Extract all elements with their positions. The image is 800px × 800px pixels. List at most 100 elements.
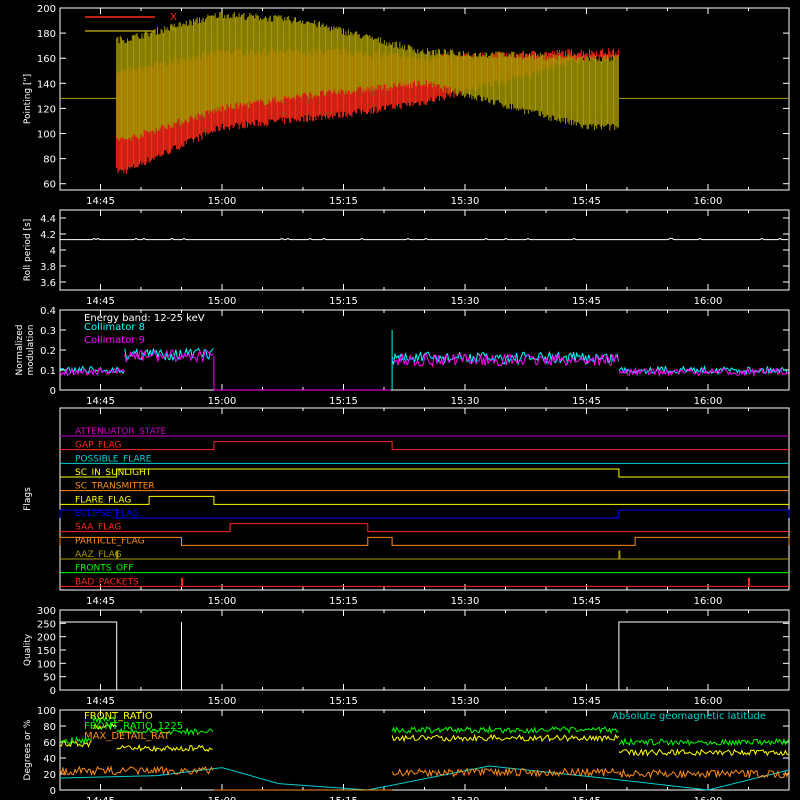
flag-label-attenuator-state: ATTENUATOR_STATE	[75, 427, 167, 437]
quality-xtick-label-1: 15:00	[208, 696, 237, 707]
quality-xtick-label-5: 16:00	[694, 696, 723, 707]
chart-figure: 14:45 15:00 15:15 15:30 15:45 16:00 60 80 100 120…	[0, 0, 800, 800]
ratios-xtick-label-2: 15:15	[329, 796, 358, 800]
ratios-ytick-label-4: 80	[43, 722, 56, 733]
ratios-series-0-seg-2	[116, 743, 158, 753]
ratios-xtick-label-3: 15:30	[451, 796, 480, 800]
pointing-xtick-label-3: 15:30	[451, 196, 480, 207]
roll-period-xtick-label-4: 15:45	[572, 296, 601, 307]
modulation-ylabel-line2: modulation	[26, 325, 36, 376]
ratios-ytick-label-2: 40	[43, 754, 56, 765]
modulation-xtick-label-2: 15:15	[329, 396, 358, 407]
flag-label-eclipse-flag: ECLIPSE_FLAG	[75, 509, 139, 519]
flag-trace-gap-flag	[60, 441, 789, 451]
quality-ytick-label-1: 50	[43, 673, 56, 684]
quality-xtick-label-2: 15:15	[329, 696, 358, 707]
modulation-xtick-label-5: 16:00	[694, 396, 723, 407]
ratios-ytick-label-1: 20	[43, 770, 56, 781]
pointing-ytick-label-4: 140	[37, 79, 56, 90]
ratios-series-1-seg-4	[618, 737, 789, 747]
modulation-ytick-label-4: 0.4	[40, 306, 56, 317]
quality-xtick-label-3: 15:30	[451, 696, 480, 707]
modulation-xtick-label-4: 15:45	[572, 396, 601, 407]
pointing-ytick-label-5: 160	[37, 54, 56, 65]
flags-ylabel: Flags	[23, 487, 33, 511]
roll-period-ytick-label-1: 3.8	[40, 262, 56, 273]
chart-svg: 14:45 15:00 15:15 15:30 15:45 16:00 60 80 100 120…	[15, 4, 790, 800]
ratios-xtick-label-4: 15:45	[572, 796, 601, 800]
flag-label-possible-flare: POSSIBLE_FLARE	[75, 454, 152, 464]
flag-trace-eclipse-flag	[59, 509, 790, 519]
roll-period-series	[60, 237, 788, 241]
modulation-xtick-label-0: 14:45	[86, 396, 115, 407]
ratios-series-1-seg-3	[391, 725, 619, 735]
quality-ytick-label-4: 200	[37, 633, 56, 644]
pointing-ylabel: Pointing ["]	[23, 74, 33, 124]
ratios-ytick-label-3: 60	[43, 738, 56, 749]
legend-label-y: Y	[169, 26, 177, 37]
pointing-ytick-label-2: 100	[37, 130, 56, 141]
flag-trace-flare-flag	[60, 495, 789, 505]
modulation-legend-1: Collimator 9	[84, 335, 145, 346]
quality-ytick-label-5: 250	[37, 619, 56, 630]
flag-label-flare-flag: FLARE_FLAG	[75, 495, 131, 505]
pointing-ytick-label-3: 120	[37, 104, 56, 115]
legend-label-x: X	[170, 12, 177, 23]
flag-trace-aaz-flag	[60, 550, 789, 560]
pointing-xtick-label-0: 14:45	[86, 196, 115, 207]
flags-xtick-label-5: 16:00	[694, 596, 723, 607]
pointing-xtick-label-1: 15:00	[208, 196, 237, 207]
ratios-ytick-label-0: 0	[50, 786, 56, 797]
flag-label-sc-transmitter: SC_TRANSMITTER	[75, 482, 155, 492]
flag-label-sc-in-sunlight: SC_IN_SUNLIGHT	[75, 468, 152, 478]
quality-xtick-label-0: 14:45	[86, 696, 115, 707]
roll-period-ytick-label-4: 4.4	[40, 214, 56, 225]
flag-label-saa-flag: SAA_FLAG	[75, 523, 121, 533]
ratios-ylabel: Degrees or %	[23, 719, 33, 780]
modulation-xtick-label-3: 15:30	[451, 396, 480, 407]
roll-period-frame	[59, 209, 790, 291]
ratios-latitude-label: Absolute geomagnetic latitude	[612, 711, 766, 722]
quality-xtick-label-4: 15:45	[572, 696, 601, 707]
ratios-series-0-seg-5	[618, 748, 789, 757]
quality-ytick-label-3: 150	[37, 646, 56, 657]
roll-period-xtick-label-1: 15:00	[208, 296, 237, 307]
modulation-ytick-label-1: 0.1	[40, 366, 56, 377]
pointing-xtick-label-2: 15:15	[329, 196, 358, 207]
modulation-ylabel-line1: Normalized	[15, 324, 25, 375]
quality-ylabel: Quality	[23, 633, 33, 666]
modulation-energy-band: Energy band: 12-25 keV	[84, 313, 205, 324]
modulation-ytick-label-0: 0	[50, 386, 56, 397]
roll-period-xtick-label-5: 16:00	[694, 296, 723, 307]
flags-frame	[59, 407, 790, 591]
flag-label-bad-packets: BAD_PACKETS	[75, 577, 139, 587]
modulation-ytick-label-3: 0.3	[40, 326, 56, 337]
pointing-ytick-label-7: 200	[37, 4, 56, 15]
quality-series	[60, 621, 789, 691]
roll-period-xtick-label-0: 14:45	[86, 296, 115, 307]
ratios-series-0-seg-3	[157, 744, 213, 752]
roll-period-ytick-label-0: 3.6	[40, 278, 56, 289]
roll-period-ytick-label-3: 4.2	[40, 230, 56, 241]
flag-trace-saa-flag	[60, 523, 789, 533]
flags-xtick-label-4: 15:45	[572, 596, 601, 607]
roll-period-xtick-label-2: 15:15	[329, 296, 358, 307]
flags-xtick-label-0: 14:45	[86, 596, 115, 607]
modulation-ytick-label-2: 0.2	[40, 346, 56, 357]
roll-period-ytick-label-2: 4	[50, 246, 56, 257]
ratios-xtick-label-1: 15:00	[208, 796, 237, 800]
ratios-legend-2: MAX_DETAIL_RAT	[84, 731, 171, 742]
roll-period-ylabel: Roll period [s]	[23, 219, 33, 281]
ratios-ytick-label-5: 100	[37, 706, 56, 717]
ratios-series-2-seg-0	[59, 764, 214, 777]
pointing-ytick-label-6: 180	[37, 29, 56, 40]
flag-trace-bad-packets	[60, 577, 789, 587]
roll-period-xtick-label-3: 15:30	[451, 296, 480, 307]
quality-ytick-label-0: 0	[50, 686, 56, 697]
pointing-xtick-label-4: 15:45	[572, 196, 601, 207]
flag-trace-sc-in-sunlight	[60, 468, 789, 478]
modulation-xtick-label-1: 15:00	[208, 396, 237, 407]
pointing-ytick-label-0: 60	[43, 180, 56, 191]
quality-ytick-label-2: 100	[37, 659, 56, 670]
ratios-xtick-label-5: 16:00	[694, 796, 723, 800]
